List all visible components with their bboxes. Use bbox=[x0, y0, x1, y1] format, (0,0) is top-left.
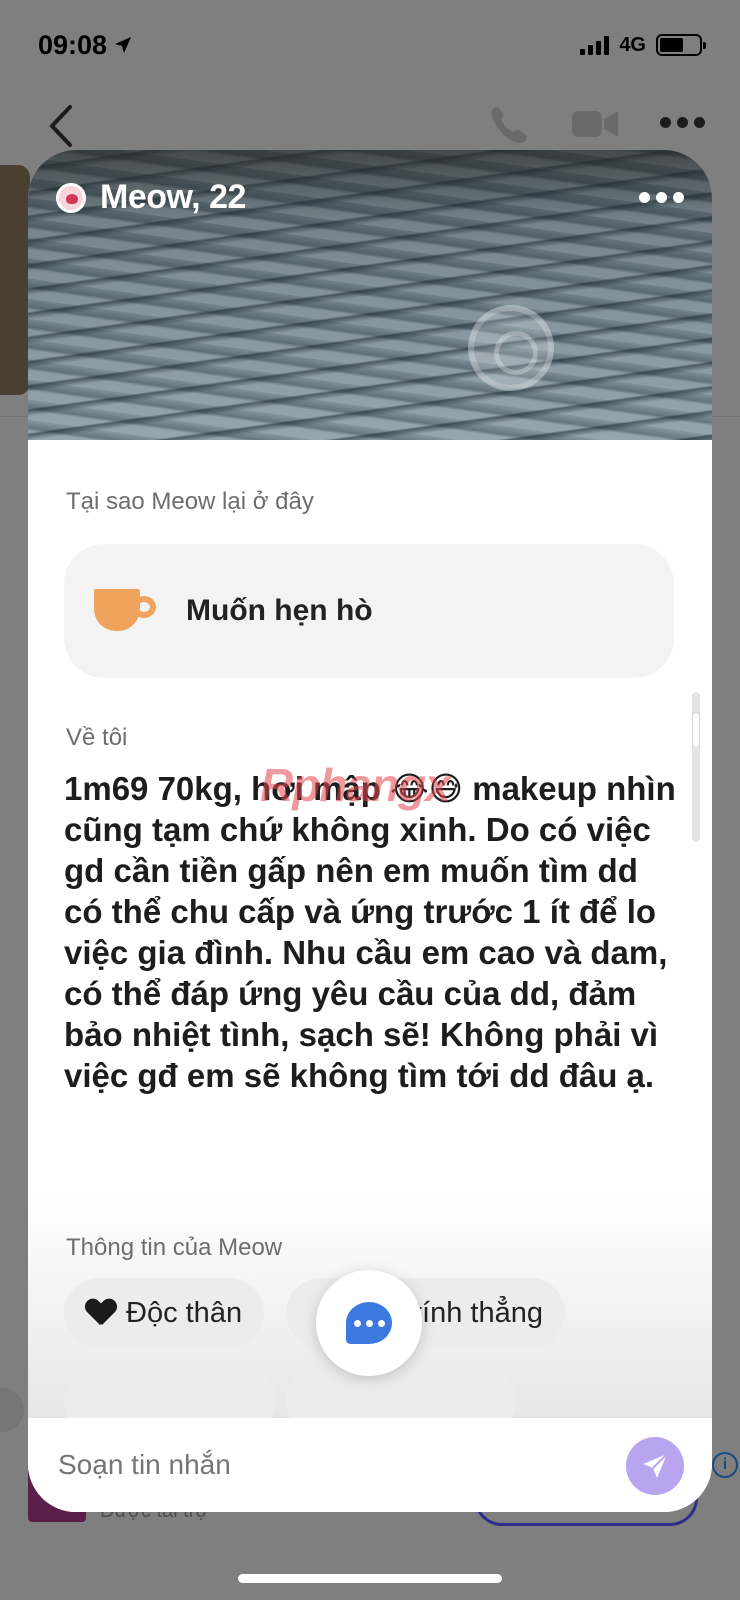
reason-value: Muốn hẹn hò bbox=[186, 594, 373, 627]
more-options-icon[interactable] bbox=[660, 117, 706, 131]
status-time: 09:08 bbox=[38, 29, 108, 60]
message-composer bbox=[28, 1418, 712, 1512]
about-label: Về tôi bbox=[66, 724, 128, 751]
message-input[interactable] bbox=[58, 1449, 578, 1481]
scrollbar[interactable] bbox=[692, 692, 700, 842]
back-arrow-icon[interactable] bbox=[42, 103, 82, 149]
chip-relationship: Độc thân bbox=[64, 1278, 265, 1348]
phone-call-icon[interactable] bbox=[486, 103, 530, 147]
profile-card: Meow, 22 Tại sao Meow lại ở đây Muốn hẹn… bbox=[28, 150, 712, 1512]
cup-icon bbox=[94, 589, 156, 633]
reason-label: Tại sao Meow lại ở đây bbox=[66, 488, 314, 515]
background-photo-thumbnail bbox=[0, 165, 30, 395]
chat-button[interactable] bbox=[316, 1270, 422, 1376]
heart-icon bbox=[86, 1299, 116, 1327]
send-button[interactable] bbox=[626, 1437, 684, 1495]
status-bar: 09:08 4G bbox=[0, 0, 740, 90]
profile-photo[interactable]: Meow, 22 bbox=[28, 150, 712, 440]
profile-name-age: Meow, 22 bbox=[100, 178, 246, 216]
video-call-icon[interactable] bbox=[572, 107, 618, 141]
watermark-logo: Rphangx bbox=[260, 759, 451, 811]
profile-more-icon[interactable] bbox=[639, 192, 684, 203]
battery-icon bbox=[656, 34, 706, 56]
location-arrow-icon bbox=[115, 37, 132, 53]
about-text: 1m69 70kg, hơi mập 😂😅 makeup nhìn cũng t… bbox=[64, 770, 676, 1094]
network-type: 4G bbox=[619, 33, 646, 56]
kiss-emoji-icon bbox=[56, 182, 86, 213]
photo-verified-icon bbox=[468, 305, 554, 391]
send-icon bbox=[643, 1453, 668, 1478]
background-avatar bbox=[0, 1388, 24, 1432]
chip-relationship-label: Độc thân bbox=[126, 1296, 243, 1329]
scrollbar-thumb[interactable] bbox=[692, 712, 700, 748]
background-chat-header bbox=[0, 95, 740, 155]
reason-card: Muốn hẹn hò bbox=[64, 544, 674, 678]
home-indicator[interactable] bbox=[238, 1574, 502, 1583]
cellular-signal-icon bbox=[580, 35, 610, 55]
info-icon[interactable]: i bbox=[712, 1452, 738, 1478]
info-label: Thông tin của Meow bbox=[66, 1234, 283, 1261]
chip-orientation-label: tính thẳng bbox=[414, 1296, 543, 1329]
chat-bubble-icon bbox=[346, 1302, 392, 1344]
